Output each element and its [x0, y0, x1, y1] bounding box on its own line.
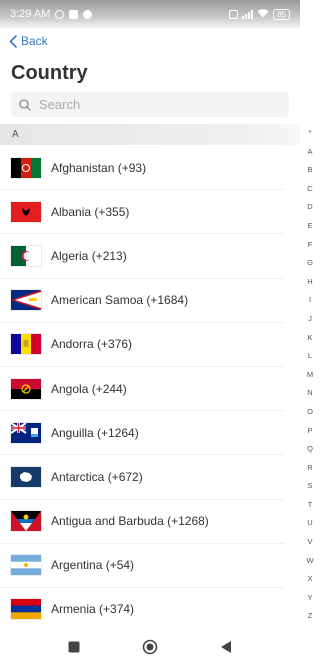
search-bar[interactable]: [11, 92, 289, 117]
section-header: A: [0, 124, 300, 145]
country-row-angola[interactable]: Angola (+244): [0, 367, 284, 412]
country-label: Angola (+244): [51, 381, 127, 396]
back-button[interactable]: Back: [9, 34, 48, 48]
search-icon: [19, 98, 31, 111]
sim-icon: [229, 9, 239, 19]
index-letter[interactable]: W: [306, 552, 313, 571]
triangle-left-icon: [221, 641, 231, 653]
index-letter[interactable]: O: [307, 403, 313, 422]
index-letter[interactable]: V: [307, 533, 312, 552]
square-icon: [68, 641, 80, 653]
country-label: American Samoa (+1684): [51, 293, 189, 308]
battery-icon: 85: [273, 8, 290, 20]
index-letter[interactable]: R: [307, 459, 312, 478]
index-letter[interactable]: E: [307, 217, 312, 236]
index-letter[interactable]: H: [307, 273, 312, 292]
alphabet-index[interactable]: * A B C D E F G H I J K L M N O P Q R S …: [304, 124, 316, 626]
flag-albania-icon: [11, 201, 41, 222]
country-row-american-samoa[interactable]: American Samoa (+1684): [0, 279, 284, 323]
country-row-armenia[interactable]: Armenia (+374): [0, 588, 284, 633]
status-time: 3:29 AM: [10, 8, 51, 20]
notification-icon: [69, 9, 79, 19]
country-row-andorra[interactable]: Andorra (+376): [0, 323, 284, 367]
index-letter[interactable]: Q: [307, 440, 313, 459]
country-row-afghanistan[interactable]: Afghanistan (+93): [0, 146, 284, 191]
index-letter[interactable]: B: [307, 161, 312, 180]
home-button[interactable]: [140, 637, 160, 657]
navigation-bar: Back: [0, 32, 300, 54]
flag-angola-icon: [11, 378, 41, 399]
recent-apps-button[interactable]: [64, 637, 84, 657]
country-label: Afghanistan (+93): [51, 160, 147, 175]
country-label: Andorra (+376): [51, 337, 133, 352]
signal-icon: [242, 9, 254, 19]
index-letter[interactable]: N: [307, 384, 312, 403]
country-label: Algeria (+213): [51, 248, 127, 263]
country-row-argentina[interactable]: Argentina (+54): [0, 544, 284, 588]
index-letter[interactable]: C: [307, 180, 312, 199]
country-label: Argentina (+54): [51, 558, 135, 573]
flag-argentina-icon: [11, 555, 41, 576]
index-letter[interactable]: J: [308, 310, 312, 329]
flag-afghanistan-icon: [11, 157, 41, 178]
flag-andorra-icon: [11, 334, 41, 355]
wifi-icon: [257, 8, 269, 20]
country-label: Albania (+355): [51, 204, 130, 219]
flag-algeria-icon: [11, 245, 41, 266]
country-row-antarctica[interactable]: Antarctica (+672): [0, 455, 284, 500]
search-input[interactable]: [39, 97, 269, 112]
index-letter[interactable]: P: [307, 422, 312, 441]
country-label: Antarctica (+672): [51, 469, 143, 484]
index-letter[interactable]: X: [307, 570, 312, 589]
country-label: Anguilla (+1264): [51, 425, 139, 440]
index-letter[interactable]: Z: [308, 607, 313, 626]
settings-icon: [83, 9, 93, 19]
country-label: Armenia (+374): [51, 602, 135, 617]
country-row-algeria[interactable]: Algeria (+213): [0, 234, 284, 279]
circle-icon: [142, 639, 158, 655]
index-letter[interactable]: M: [307, 366, 313, 385]
page-title: Country: [11, 62, 88, 84]
country-list: Afghanistan (+93) Albania (+355) Algeria…: [0, 146, 284, 633]
country-row-albania[interactable]: Albania (+355): [0, 190, 284, 235]
index-letter[interactable]: Y: [307, 589, 312, 608]
index-letter[interactable]: S: [307, 477, 312, 496]
index-letter[interactable]: F: [308, 236, 313, 255]
flag-antigua-and-barbuda-icon: [11, 511, 41, 532]
back-label: Back: [21, 34, 48, 48]
index-letter[interactable]: G: [307, 254, 313, 273]
index-letter[interactable]: U: [307, 514, 312, 533]
country-row-antigua-and-barbuda[interactable]: Antigua and Barbuda (+1268): [0, 500, 284, 544]
index-letter[interactable]: T: [308, 496, 313, 515]
index-letter[interactable]: L: [308, 347, 312, 366]
back-nav-button[interactable]: [216, 637, 236, 657]
alarm-icon: [55, 9, 65, 19]
index-letter[interactable]: D: [307, 198, 312, 217]
status-bar: 3:29 AM 85: [0, 0, 300, 28]
flag-antarctica-icon: [11, 466, 41, 487]
index-letter[interactable]: I: [309, 291, 311, 310]
system-navigation-bar: [0, 627, 300, 667]
flag-anguilla-icon: [11, 422, 41, 443]
flag-american-samoa-icon: [11, 290, 41, 311]
country-row-anguilla[interactable]: Anguilla (+1264): [0, 411, 284, 456]
index-letter[interactable]: *: [309, 124, 312, 143]
chevron-left-icon: [9, 34, 17, 48]
index-letter[interactable]: A: [307, 143, 312, 162]
flag-armenia-icon: [11, 599, 41, 620]
country-label: Antigua and Barbuda (+1268): [51, 514, 209, 529]
index-letter[interactable]: K: [307, 329, 312, 348]
